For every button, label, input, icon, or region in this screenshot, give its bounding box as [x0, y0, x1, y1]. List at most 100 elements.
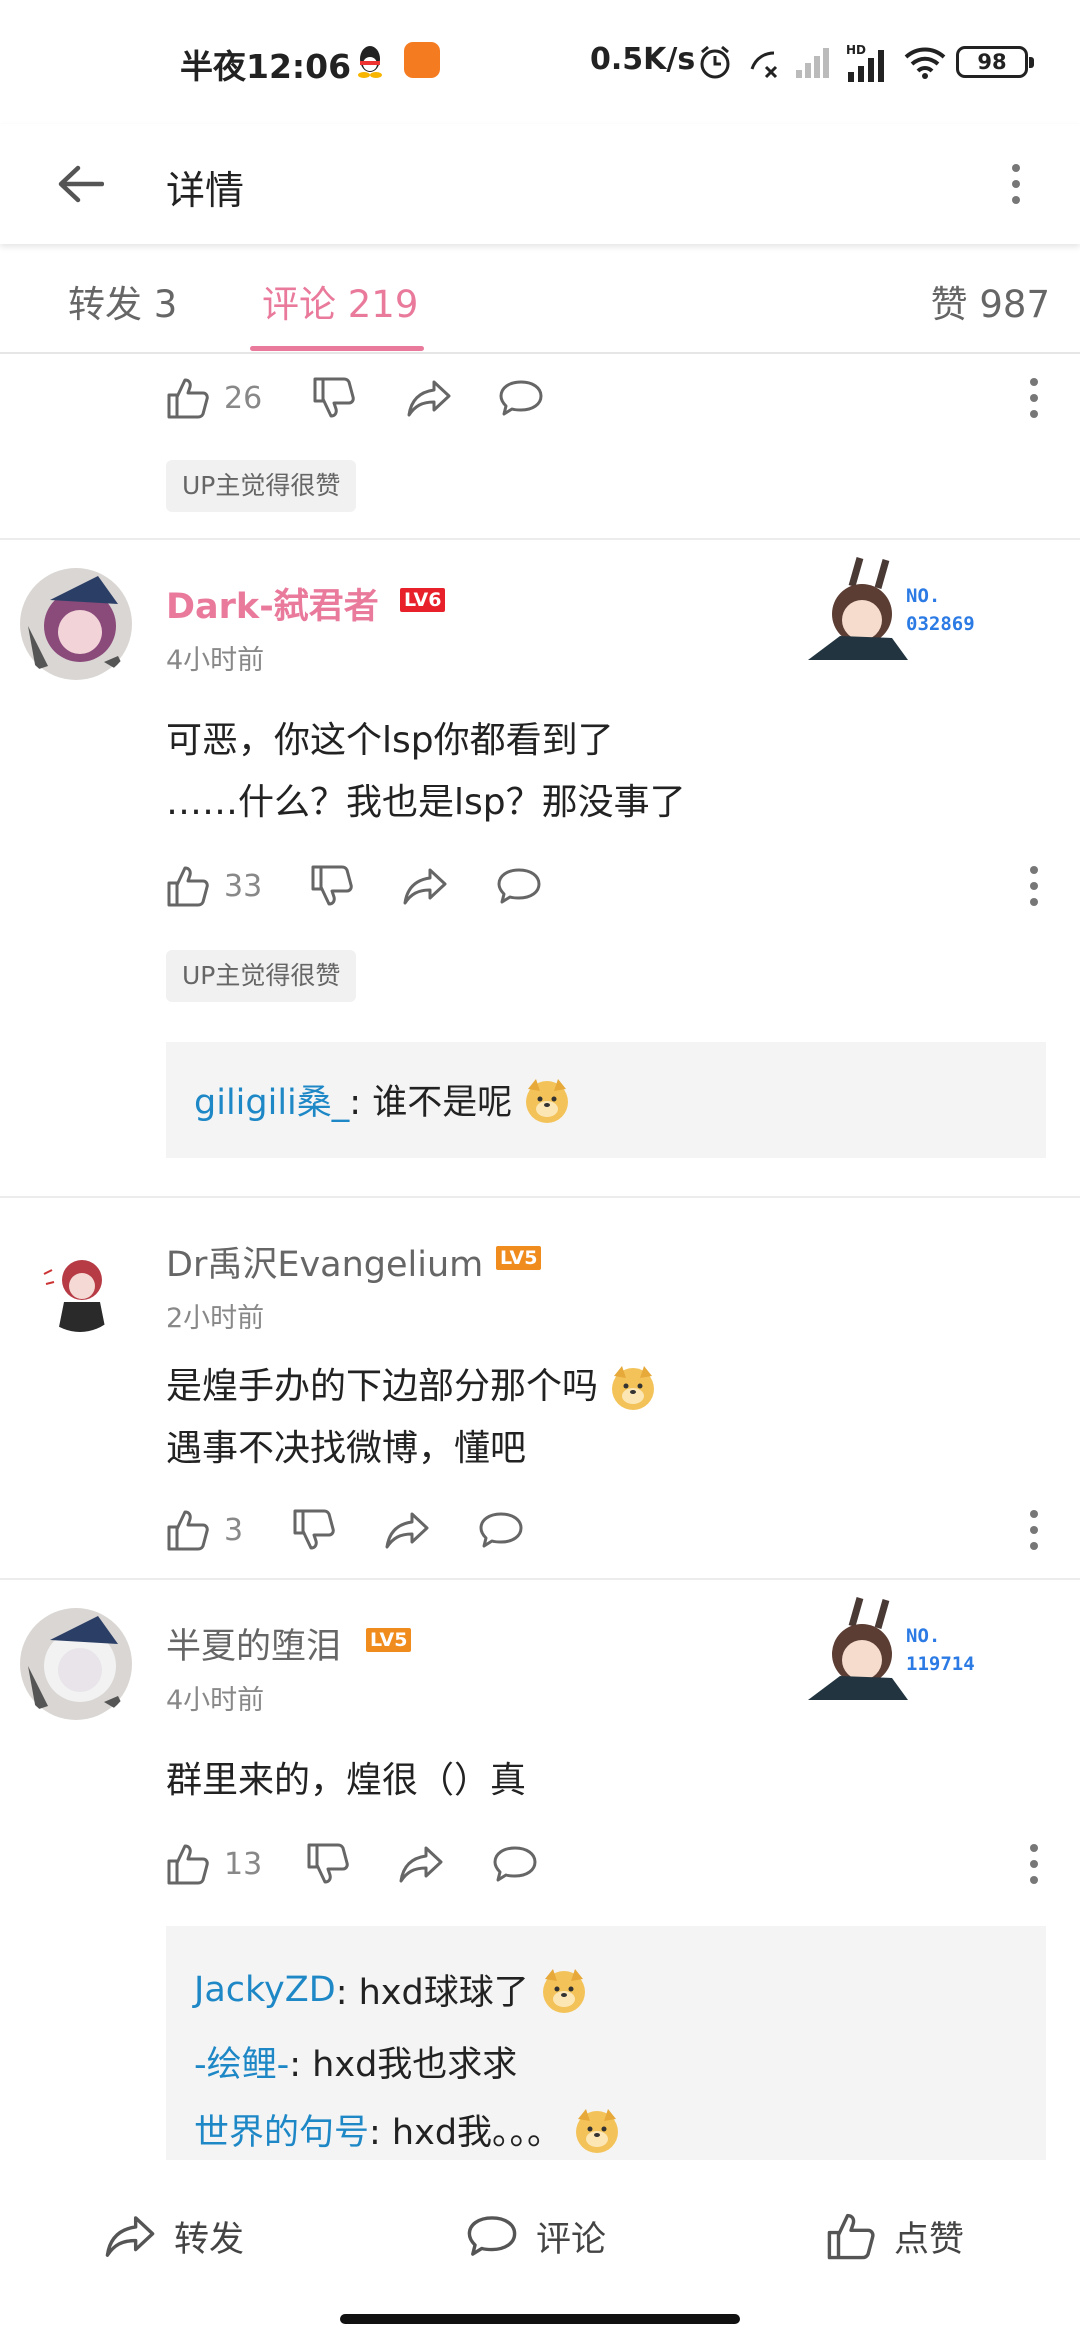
arrow-left-icon: [58, 165, 104, 203]
username[interactable]: Dark-弑君者: [166, 578, 379, 629]
reply-text: : hxd我也求求: [289, 2045, 518, 2085]
share-button[interactable]: [402, 858, 448, 914]
battery-icon: 98: [956, 46, 1034, 78]
up-liked-tag: UP主觉得很赞: [166, 950, 357, 1002]
chat-bubble-icon: [479, 1512, 523, 1548]
avatar[interactable]: [18, 566, 134, 682]
comment-line: 是煌手办的下边部分那个吗: [166, 1366, 599, 1407]
qq-icon: [358, 46, 382, 78]
thumbs-down-icon: [293, 1509, 335, 1550]
bottom-action-bar: 转发 评论 点赞: [0, 2160, 1080, 2340]
tab-like[interactable]: 赞 987: [931, 274, 1050, 328]
share-button[interactable]: [406, 370, 452, 426]
share-arrow-icon: [399, 1846, 443, 1883]
reply-username[interactable]: JackyZD: [194, 1970, 336, 2010]
comment-actions: 26: [166, 370, 1046, 426]
like-count: 13: [224, 1846, 263, 1882]
reply-button[interactable]: [498, 370, 544, 426]
page-title: 详情: [166, 169, 245, 214]
reply-item: 世界的句号 : hxd我。。。: [194, 2104, 622, 2155]
thumbs-up-icon: [167, 378, 209, 419]
fan-badge: NO. 119714: [800, 1596, 1050, 1706]
doge-emoji-icon: [542, 1968, 585, 2013]
doge-emoji-icon: [612, 1366, 655, 1410]
like-count: 33: [224, 868, 263, 904]
comment-time: 4小时前: [166, 1685, 265, 1716]
like-button[interactable]: 33: [166, 858, 262, 914]
like-button[interactable]: 26: [166, 370, 262, 426]
reply-text: : hxd我。。。: [369, 2113, 563, 2153]
username[interactable]: 半夏的堕泪: [166, 1618, 341, 1669]
dislike-button[interactable]: [292, 1502, 336, 1558]
level-badge: LV6: [400, 588, 446, 612]
dislike-button[interactable]: [306, 1836, 350, 1892]
thumbs-down-icon: [307, 1843, 349, 1884]
forward-button[interactable]: 转发: [104, 2206, 244, 2266]
alarm-icon: [700, 45, 730, 79]
dislike-button[interactable]: [312, 370, 356, 426]
share-arrow-icon: [385, 1512, 429, 1549]
more-options-button[interactable]: [990, 148, 1042, 220]
svg-text:HD: HD: [846, 43, 866, 57]
thumbs-up-icon: [167, 1844, 209, 1885]
reply-button[interactable]: [492, 1836, 538, 1892]
avatar-frame-icon: [20, 1608, 132, 1720]
username[interactable]: Dr禹沢Evangelium: [166, 1236, 483, 1287]
comment-more-button[interactable]: [1022, 1502, 1046, 1558]
reply-preview[interactable]: JackyZD : hxd球球了 -绘鲤- : hxd我也求求 世界的句号 : …: [166, 1926, 1046, 2160]
more-vertical-icon: [1030, 1844, 1038, 1884]
status-bar: 半夜12:06 0.5K/s HD 98: [0, 0, 1080, 124]
top-app-bar: 详情: [0, 124, 1080, 244]
reply-username[interactable]: giligili桑_: [194, 1074, 349, 1125]
fan-badge: NO. 032869: [800, 556, 1050, 666]
comment-more-button[interactable]: [1022, 370, 1046, 426]
comment-line-wrap: 是煌手办的下边部分那个吗: [166, 1356, 658, 1418]
comment-more-button[interactable]: [1022, 1836, 1046, 1892]
call-off-icon: [750, 51, 778, 79]
comment-time: 2小时前: [166, 1303, 265, 1334]
like-button[interactable]: 3: [166, 1502, 243, 1558]
comment-line: 群里来的，煌很（）真: [166, 1760, 527, 1801]
badge-number: NO. 119714: [906, 1622, 975, 1678]
comment-actions: 3: [166, 1502, 1046, 1558]
signal-icon: [796, 48, 829, 78]
share-button[interactable]: [384, 1502, 430, 1558]
app-icon: [404, 42, 440, 78]
avatar[interactable]: [36, 1244, 124, 1332]
comment-more-button[interactable]: [1022, 858, 1046, 914]
more-vertical-icon: [1030, 866, 1038, 906]
character-badge-icon: [808, 557, 908, 660]
reply-username[interactable]: 世界的句号: [194, 2104, 369, 2155]
active-tab-indicator: [250, 346, 424, 351]
chat-bubble-icon: [499, 380, 543, 416]
reply-button[interactable]: [478, 1502, 524, 1558]
comment-line: 可恶，你这个lsp你都看到了: [166, 720, 614, 761]
chat-bubble-icon: [497, 868, 541, 904]
like-post-button[interactable]: 点赞: [826, 2206, 964, 2266]
comment-text: 是煌手办的下边部分那个吗 遇事不决找微博，懂吧: [166, 1356, 658, 1480]
wifi-icon: [904, 47, 946, 79]
avatar-frame-icon: [20, 568, 132, 680]
net-speed: 0.5K/s: [590, 42, 696, 77]
tab-comment[interactable]: 评论 219: [262, 274, 418, 328]
reply-username[interactable]: -绘鲤-: [194, 2036, 289, 2087]
level-badge: LV5: [366, 1628, 412, 1652]
comment-button[interactable]: 评论: [466, 2206, 606, 2266]
back-button[interactable]: [44, 148, 116, 220]
share-arrow-icon: [403, 868, 447, 905]
thumbs-down-icon: [313, 377, 355, 418]
dislike-button[interactable]: [310, 858, 354, 914]
home-indicator[interactable]: [340, 2314, 740, 2324]
like-count: 3: [224, 1512, 244, 1548]
avatar[interactable]: [18, 1606, 134, 1722]
badge-id: 119714: [906, 1653, 975, 1675]
badge-no-label: NO.: [906, 585, 941, 607]
thumbs-up-icon: [167, 866, 209, 907]
reply-preview[interactable]: giligili桑_ : 谁不是呢: [166, 1042, 1046, 1158]
doge-emoji-icon: [576, 2108, 619, 2153]
tab-forward[interactable]: 转发 3: [68, 274, 177, 328]
reply-button[interactable]: [496, 858, 542, 914]
divider: [0, 1578, 1080, 1580]
share-button[interactable]: [398, 1836, 444, 1892]
like-button[interactable]: 13: [166, 1836, 262, 1892]
